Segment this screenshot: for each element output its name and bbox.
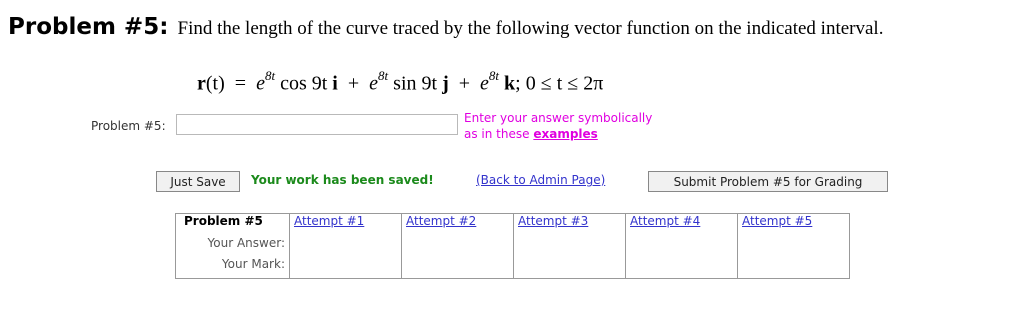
formula-exp1: 8t bbox=[264, 68, 276, 83]
attempt-5-link[interactable]: Attempt #5 bbox=[738, 214, 850, 237]
formula-lhs-arg: (t) bbox=[205, 72, 225, 95]
just-save-button[interactable]: Just Save bbox=[156, 171, 240, 192]
formula-equals: = bbox=[234, 72, 247, 95]
your-answer-row: Your Answer: bbox=[175, 236, 850, 257]
hint-line2: as in these examples bbox=[464, 126, 652, 142]
formula-lhs: r bbox=[197, 72, 206, 95]
attempt-2-link[interactable]: Attempt #2 bbox=[401, 213, 514, 236]
attempt-3-answer bbox=[513, 236, 626, 257]
attempt-4-answer bbox=[625, 236, 738, 257]
problem-number: Problem #5: bbox=[8, 14, 169, 40]
formula-e1: e bbox=[256, 72, 265, 95]
attempt-2-answer bbox=[401, 236, 514, 257]
examples-link[interactable]: examples bbox=[533, 127, 597, 141]
attempt-1-answer bbox=[289, 236, 402, 257]
answer-hint: Enter your answer symbolically as in the… bbox=[464, 110, 652, 142]
submit-for-grading-button[interactable]: Submit Problem #5 for Grading bbox=[648, 171, 888, 192]
formula-j: j bbox=[442, 72, 449, 95]
formula-e3: e bbox=[480, 72, 489, 95]
problem-heading: Problem #5: Find the length of the curve… bbox=[8, 14, 883, 40]
attempt-3-mark bbox=[513, 256, 626, 279]
attempts-table-title: Problem #5 bbox=[175, 213, 290, 236]
attempt-5-mark bbox=[738, 257, 850, 279]
formula-exp3: 8t bbox=[488, 68, 500, 83]
attempt-4-label: Attempt #4 bbox=[630, 214, 701, 228]
hint-line2-prefix: as in these bbox=[464, 127, 530, 141]
attempt-4-mark bbox=[625, 256, 738, 279]
problem-prompt: Find the length of the curve traced by t… bbox=[177, 18, 884, 39]
attempt-1-mark bbox=[289, 256, 402, 279]
your-mark-label: Your Mark: bbox=[175, 256, 290, 279]
attempt-3-link[interactable]: Attempt #3 bbox=[513, 213, 626, 236]
formula-term2: sin 9t bbox=[393, 72, 438, 95]
answer-input[interactable] bbox=[176, 114, 458, 135]
attempts-header-row: Problem #5 Attempt #1 Attempt #2 Attempt… bbox=[175, 213, 850, 237]
formula-interval: ; 0 ≤ t ≤ 2π bbox=[515, 72, 604, 95]
formula-exp2: 8t bbox=[378, 68, 389, 83]
back-to-admin-link[interactable]: (Back to Admin Page) bbox=[476, 173, 605, 187]
formula-i: i bbox=[332, 72, 338, 95]
formula-plus2: + bbox=[458, 72, 471, 95]
saved-message: Your work has been saved! bbox=[251, 173, 434, 187]
attempt-2-mark bbox=[401, 256, 514, 279]
your-mark-row: Your Mark: bbox=[175, 256, 850, 279]
formula-k: k bbox=[504, 72, 516, 95]
attempt-2-label: Attempt #2 bbox=[406, 214, 477, 228]
attempt-1-label: Attempt #1 bbox=[294, 214, 365, 228]
formula-e2: e bbox=[369, 72, 379, 95]
attempt-5-answer bbox=[738, 236, 850, 257]
vector-function-formula: r(t) = e8t cos 9t i + e8t sin 9t j + e8t… bbox=[197, 68, 604, 96]
formula-term1: cos 9t bbox=[280, 72, 328, 95]
attempt-5-label: Attempt #5 bbox=[742, 214, 813, 228]
formula-plus1: + bbox=[347, 72, 360, 95]
attempt-4-link[interactable]: Attempt #4 bbox=[625, 213, 738, 236]
attempt-1-link[interactable]: Attempt #1 bbox=[289, 213, 402, 236]
attempts-table: Problem #5 Attempt #1 Attempt #2 Attempt… bbox=[175, 213, 850, 279]
hint-line1: Enter your answer symbolically bbox=[464, 111, 653, 125]
your-answer-label: Your Answer: bbox=[175, 236, 290, 257]
answer-label: Problem #5: bbox=[91, 119, 166, 133]
attempt-3-label: Attempt #3 bbox=[518, 214, 589, 228]
